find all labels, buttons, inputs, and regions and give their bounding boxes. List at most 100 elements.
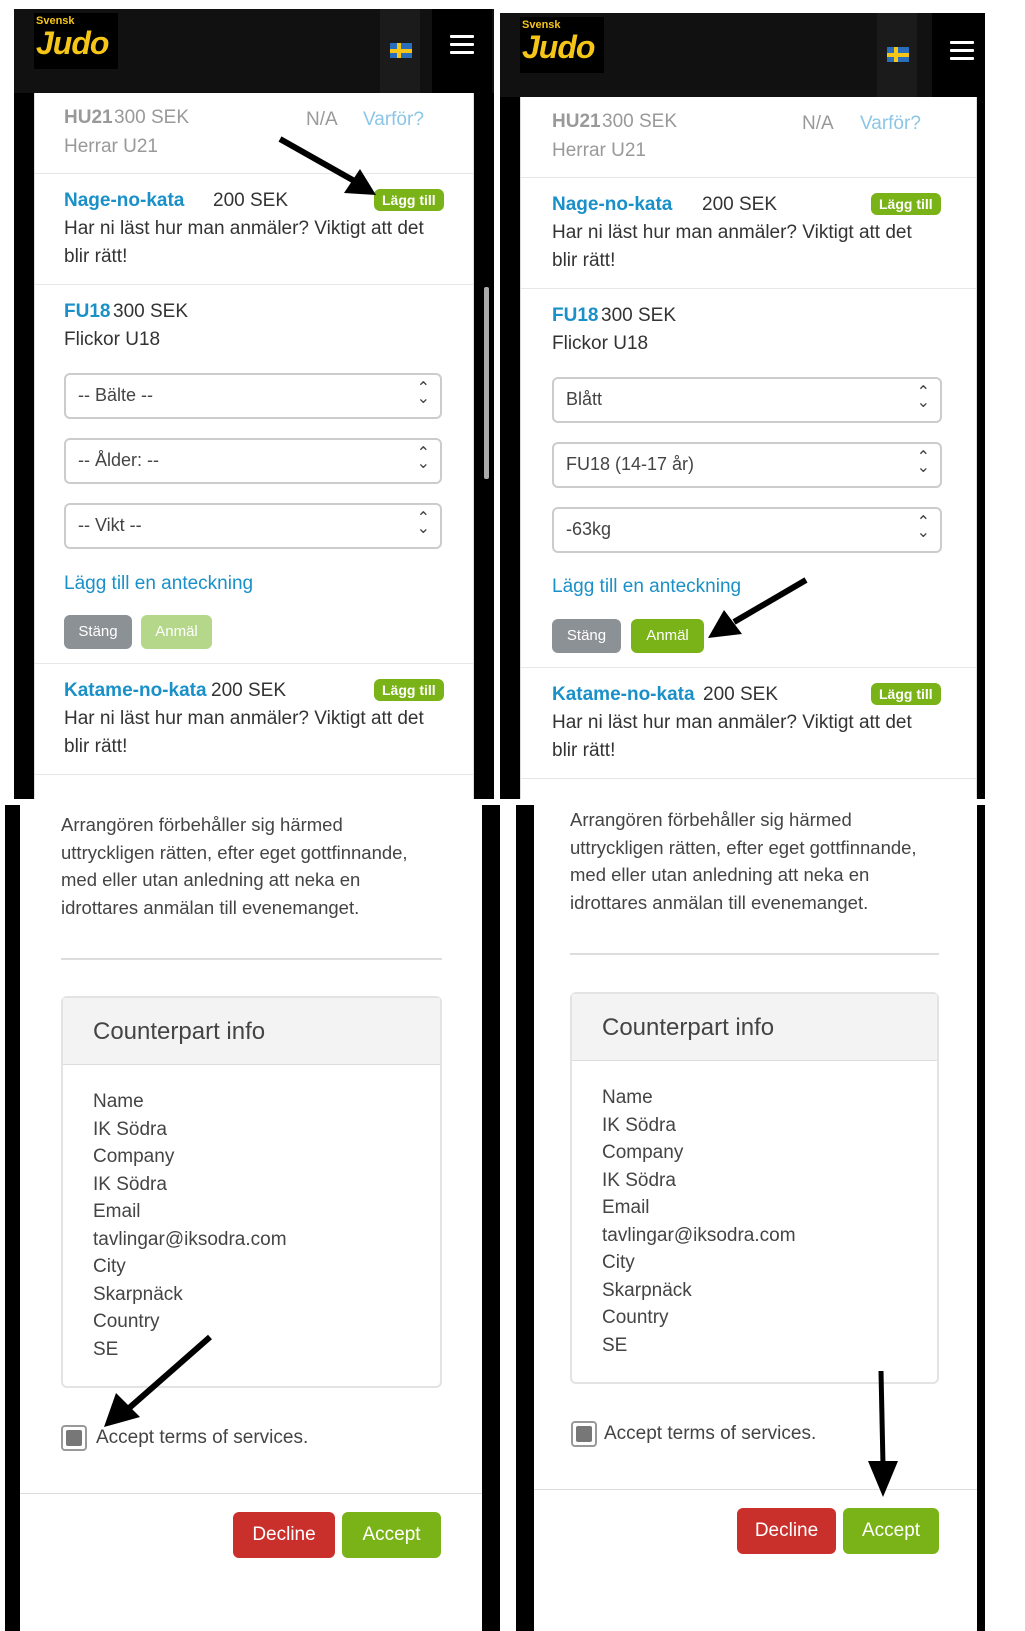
kata-description-line1: Har ni läst hur man anmäler? Viktigt att… [552, 222, 912, 243]
language-button[interactable] [380, 9, 420, 93]
panel-accept: Arrangören förbehåller sig härmed uttryc… [516, 805, 985, 1631]
class-description: Flickor U18 [64, 329, 161, 350]
kata-description-line1: Har ni läst hur man anmäler? Viktigt att… [64, 218, 424, 239]
kata-price: 200 SEK [702, 194, 777, 215]
annotation-arrow-icon [708, 577, 808, 638]
card-header: Counterpart info [63, 998, 440, 1065]
chevron-updown-icon: ⌃ ⌄ [916, 384, 930, 411]
language-button[interactable] [877, 13, 917, 97]
accept-terms-checkbox[interactable] [571, 1421, 597, 1447]
accept-terms-label: Accept terms of services. [604, 1423, 817, 1444]
policy-text: Arrangören förbehåller sig härmed uttryc… [570, 809, 917, 913]
close-button[interactable]: Stäng [552, 619, 621, 653]
list-item-nage-no-kata: Nage-no-kata 200 SEK Lägg till Har ni lä… [521, 178, 976, 289]
card-header: Counterpart info [572, 994, 937, 1061]
add-button[interactable]: Lägg till [871, 683, 941, 705]
list-item-hu21: HU21 300 SEK N/A Varför? Herrar U21 [35, 93, 473, 174]
accept-button[interactable]: Accept [843, 1508, 939, 1554]
register-button-disabled[interactable]: Anmäl [141, 615, 212, 649]
policy-text: Arrangören förbehåller sig härmed uttryc… [61, 814, 408, 918]
modal-footer-divider [20, 1493, 482, 1494]
class-code-link[interactable]: FU18 [64, 301, 110, 323]
class-price: 300 SEK [602, 111, 677, 132]
accept-terms-checkbox[interactable] [61, 1425, 87, 1451]
panel-terms-unchecked: Arrangören förbehåller sig härmed uttryc… [5, 805, 500, 1631]
chevron-updown-icon: ⌃ ⌄ [416, 380, 430, 407]
register-button[interactable]: Anmäl [631, 619, 704, 653]
class-price: 300 SEK [601, 305, 676, 326]
add-button[interactable]: Lägg till [374, 679, 444, 701]
list-item-fu18: FU18 300 SEK Flickor U18 -- Bälte -- ⌃ ⌄ … [35, 285, 473, 664]
top-navbar: Svensk Judo [14, 9, 494, 93]
modal-footer-divider [534, 1489, 977, 1490]
svensk-judo-logo[interactable]: Svensk Judo [34, 13, 118, 69]
annotation-arrow-icon [278, 136, 376, 195]
weight-select[interactable]: -63kg ⌃ ⌄ [552, 507, 942, 553]
class-price: 300 SEK [113, 301, 188, 322]
class-description: Herrar U21 [552, 140, 646, 161]
class-code-link[interactable]: FU18 [552, 305, 598, 327]
kata-description-line2: blir rätt! [552, 740, 616, 761]
chevron-updown-icon: ⌃ ⌄ [916, 449, 930, 476]
age-select[interactable]: FU18 (14-17 år) ⌃ ⌄ [552, 442, 942, 488]
kata-name-link[interactable]: Katame-no-kata [552, 684, 695, 706]
svensk-judo-logo[interactable]: Svensk Judo [520, 17, 604, 73]
why-link[interactable]: Varför? [363, 109, 424, 131]
close-button[interactable]: Stäng [64, 615, 132, 649]
card-title: Counterpart info [93, 1018, 266, 1045]
counterpart-info-card: Counterpart info Name IK Södra Company I… [570, 992, 939, 1384]
kata-description-line1: Har ni läst hur man anmäler? Viktigt att… [64, 708, 424, 729]
top-navbar: Svensk Judo [500, 13, 985, 97]
accept-button[interactable]: Accept [342, 1512, 441, 1558]
class-code: HU21 [552, 111, 601, 132]
why-link[interactable]: Varför? [860, 113, 921, 135]
kata-price: 200 SEK [211, 680, 286, 701]
chevron-updown-icon: ⌃ ⌄ [416, 445, 430, 472]
add-button[interactable]: Lägg till [871, 193, 941, 215]
chevron-updown-icon: ⌃ ⌄ [916, 514, 930, 541]
registration-modal: Arrangören förbehåller sig härmed uttryc… [534, 805, 977, 1631]
class-description: Flickor U18 [552, 333, 649, 354]
panel-after-selection: Svensk Judo HU21 300 SEK N/A Varför? Her… [500, 13, 985, 799]
swedish-flag-icon [390, 43, 412, 58]
kata-name-link[interactable]: Nage-no-kata [552, 194, 672, 216]
hamburger-menu-icon[interactable] [932, 13, 985, 97]
class-price: 300 SEK [114, 107, 189, 128]
list-item-katame-no-kata: Katame-no-kata 200 SEK Lägg till Har ni … [521, 668, 976, 779]
counterpart-info-card: Counterpart info Name IK Södra Company I… [61, 996, 442, 1388]
counterpart-details: Name IK Södra Company IK Södra Email tav… [602, 1087, 796, 1356]
decline-button[interactable]: Decline [233, 1512, 335, 1558]
chevron-updown-icon: ⌃ ⌄ [416, 510, 430, 537]
kata-name-link[interactable]: Nage-no-kata [64, 190, 184, 212]
add-note-link[interactable]: Lägg till en anteckning [64, 573, 253, 595]
swedish-flag-icon [887, 47, 909, 62]
registration-modal: Arrangören förbehåller sig härmed uttryc… [20, 805, 482, 1631]
scrollbar[interactable] [484, 287, 489, 479]
kata-description-line2: blir rätt! [552, 250, 616, 271]
annotation-arrow-icon [868, 1370, 898, 1497]
class-list: HU21 300 SEK N/A Varför? Herrar U21 Nage… [520, 97, 977, 799]
class-code: HU21 [64, 107, 113, 128]
list-item-nage-no-kata: Nage-no-kata 200 SEK Lägg till Har ni lä… [35, 174, 473, 285]
list-item-katame-no-kata: Katame-no-kata 200 SEK Lägg till Har ni … [35, 664, 473, 775]
class-list: HU21 300 SEK N/A Varför? Herrar U21 Nage… [34, 93, 474, 799]
counterpart-details: Name IK Södra Company IK Södra Email tav… [93, 1091, 287, 1360]
belt-select[interactable]: Blått ⌃ ⌄ [552, 377, 942, 423]
card-title: Counterpart info [602, 1014, 775, 1041]
kata-name-link[interactable]: Katame-no-kata [64, 680, 207, 702]
decline-button[interactable]: Decline [737, 1508, 836, 1554]
belt-select[interactable]: -- Bälte -- ⌃ ⌄ [64, 373, 442, 419]
class-status: N/A [802, 113, 834, 134]
hamburger-menu-icon[interactable] [432, 9, 492, 93]
kata-price: 200 SEK [703, 684, 778, 705]
weight-select[interactable]: -- Vikt -- ⌃ ⌄ [64, 503, 442, 549]
class-description: Herrar U21 [64, 136, 158, 157]
list-item-hu21: HU21 300 SEK N/A Varför? Herrar U21 [521, 97, 976, 178]
divider [570, 953, 939, 955]
age-select[interactable]: -- Ålder: -- ⌃ ⌄ [64, 438, 442, 484]
kata-description-line2: blir rätt! [64, 736, 128, 757]
kata-description-line2: blir rätt! [64, 246, 128, 267]
annotation-arrow-icon [104, 1334, 212, 1427]
panel-before-selection: Svensk Judo HU21 300 SEK N/A Varför? Her… [14, 9, 494, 799]
kata-description-line1: Har ni läst hur man anmäler? Viktigt att… [552, 712, 912, 733]
